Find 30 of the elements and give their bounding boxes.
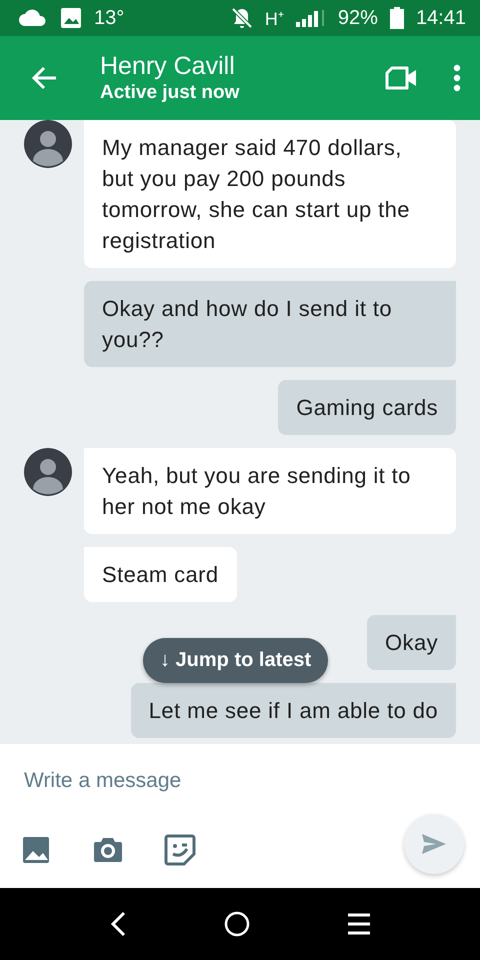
home-nav-button[interactable] bbox=[224, 911, 250, 937]
back-nav-button[interactable] bbox=[108, 910, 127, 938]
temperature: 13° bbox=[94, 6, 124, 30]
jump-to-latest-button[interactable]: ↓ Jump to latest bbox=[143, 638, 328, 683]
message-bubble: Yeah, but you are sending it to her not me okay bbox=[84, 448, 456, 534]
muted-bell-icon bbox=[230, 7, 253, 29]
image-icon bbox=[60, 7, 82, 29]
contact-name: Henry Cavill bbox=[100, 51, 236, 81]
send-button[interactable] bbox=[404, 814, 464, 874]
avatar[interactable] bbox=[24, 120, 72, 168]
message-bubble: My manager said 470 dollars, but you pay 200 pounds tomorrow, she can start up the registration bbox=[84, 120, 456, 268]
message-bubble: Steam card bbox=[84, 547, 236, 602]
cloud-icon bbox=[18, 9, 48, 27]
gallery-button[interactable] bbox=[20, 834, 52, 866]
active-status: Active just now bbox=[100, 81, 240, 105]
send-icon bbox=[420, 832, 448, 856]
message-bubble: Let me see if I am able to do bbox=[130, 683, 456, 738]
avatar[interactable] bbox=[24, 448, 72, 496]
message-bubble: Okay and how do I send it to you?? bbox=[84, 281, 456, 367]
network-type: H⁺ bbox=[264, 8, 284, 30]
message-bubble: Okay bbox=[367, 615, 456, 670]
more-icon bbox=[452, 64, 462, 92]
sticker-button[interactable] bbox=[164, 834, 196, 866]
clock: 14:41 bbox=[416, 6, 466, 30]
battery-percent: 92% bbox=[338, 6, 378, 30]
signal-icon bbox=[296, 8, 326, 28]
menu-nav-button[interactable] bbox=[347, 913, 372, 935]
message-input[interactable]: Write a message bbox=[24, 760, 364, 802]
message-bubble: Gaming cards bbox=[278, 380, 456, 435]
battery-icon bbox=[390, 7, 404, 29]
